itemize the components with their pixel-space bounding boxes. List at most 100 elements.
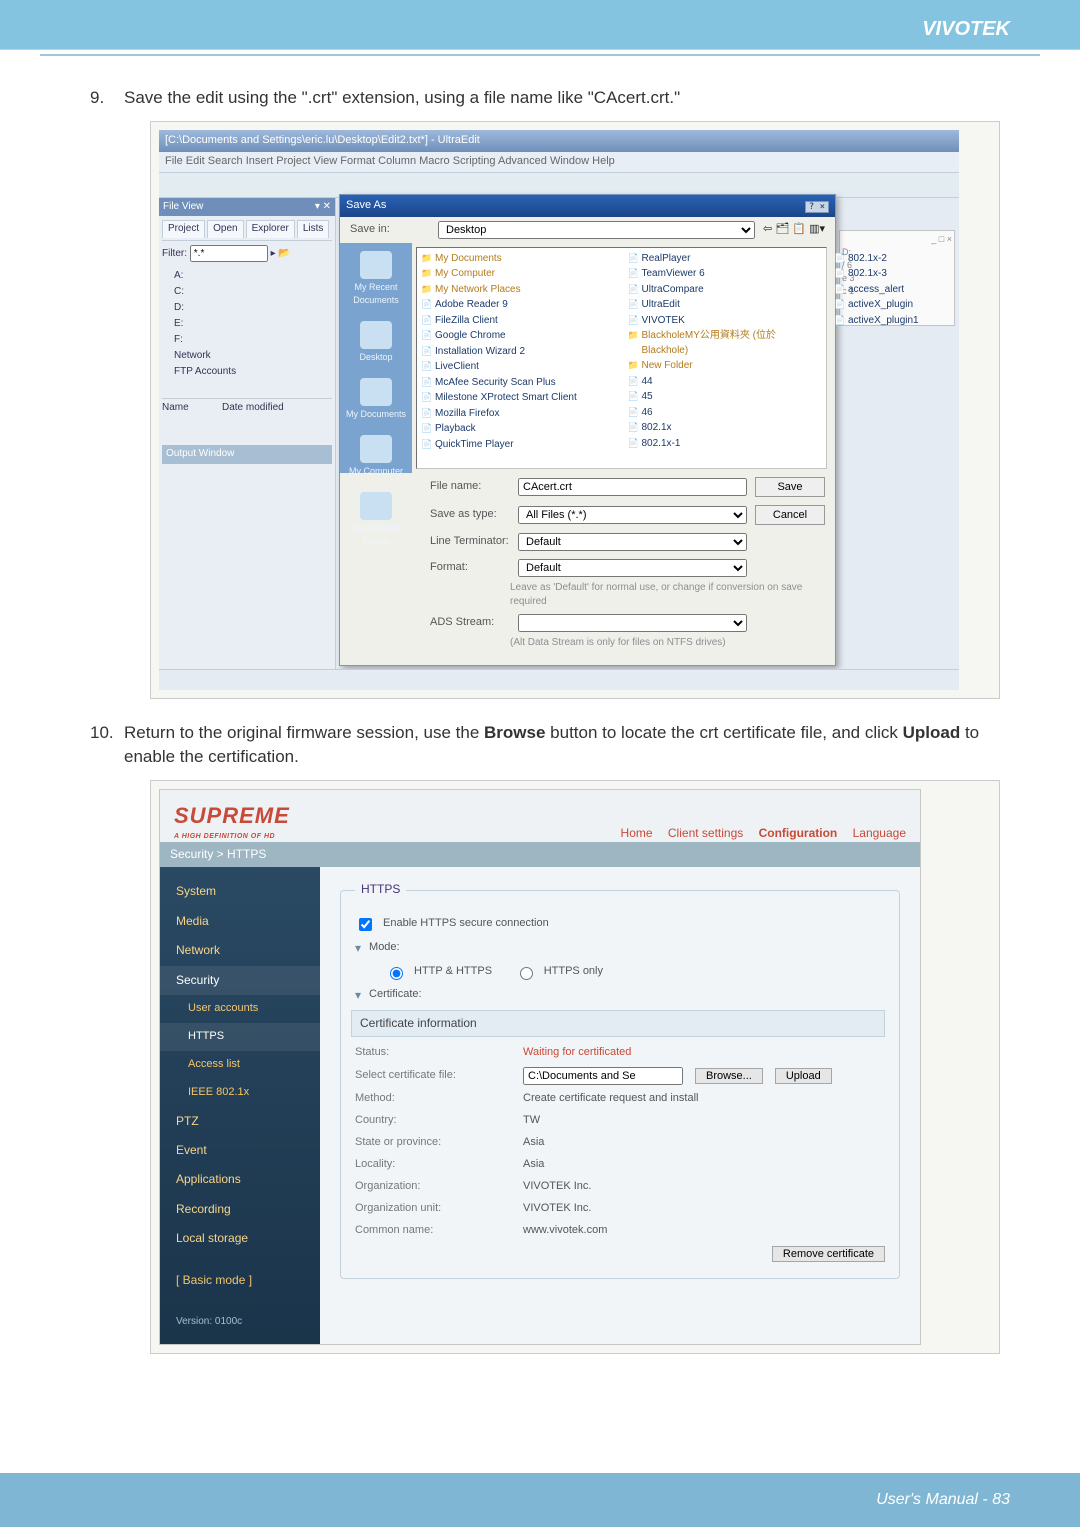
fl-0[interactable]: My Documents <box>421 252 616 268</box>
place-mynet[interactable]: My Network Places <box>352 523 400 546</box>
ue-doc-stub-buttons[interactable]: _ □ × <box>842 233 952 246</box>
savein-select[interactable]: Desktop <box>438 221 755 239</box>
ads-label: ADS Stream: <box>430 615 510 631</box>
fl-14[interactable]: TeamViewer 6 <box>628 267 823 283</box>
upload-button[interactable]: Upload <box>775 1068 832 1084</box>
fr-14[interactable]: activeX_plugin1 <box>834 314 1029 330</box>
ue-tab-explorer[interactable]: Explorer <box>246 220 295 238</box>
fr-13[interactable]: activeX_plugin <box>834 298 1029 314</box>
ue-drive-a[interactable]: A: <box>162 268 332 284</box>
ue-panel-pin-icon[interactable]: ▾ ✕ <box>315 200 331 215</box>
ue-drive-f[interactable]: F: <box>162 332 332 348</box>
fl-6[interactable]: Installation Wizard 2 <box>421 345 616 361</box>
fl-4[interactable]: FileZilla Client <box>421 314 616 330</box>
side-media[interactable]: Media <box>160 907 320 936</box>
mode-https-only-radio[interactable] <box>520 967 533 980</box>
ue-filter-go-icon[interactable]: ▸ 📂 <box>271 248 291 259</box>
ue-network[interactable]: Network <box>162 348 332 364</box>
mode-http-https-radio[interactable] <box>390 967 403 980</box>
ue-tab-open[interactable]: Open <box>207 220 243 238</box>
places-bar[interactable]: My Recent Documents Desktop My Documents… <box>340 243 412 473</box>
fr-8[interactable]: 802.1x <box>628 421 823 437</box>
nav-home[interactable]: Home <box>621 826 653 840</box>
nav-language[interactable]: Language <box>853 826 906 840</box>
fl-3[interactable]: Adobe Reader 9 <box>421 298 616 314</box>
fl-7[interactable]: LiveClient <box>421 360 616 376</box>
ue-panel-tabs[interactable]: ProjectOpenExplorerLists <box>162 218 332 241</box>
fr-0[interactable]: UltraCompare <box>628 283 823 299</box>
remove-certificate-button[interactable]: Remove certificate <box>772 1246 885 1262</box>
ue-drive-e[interactable]: E: <box>162 316 332 332</box>
nav-client-settings[interactable]: Client settings <box>668 826 743 840</box>
ads-select[interactable] <box>518 614 747 632</box>
side-https[interactable]: HTTPS <box>160 1023 320 1051</box>
enable-https-checkbox[interactable] <box>359 918 372 931</box>
fl-5[interactable]: Google Chrome <box>421 329 616 345</box>
fr-4[interactable]: New Folder <box>628 359 823 375</box>
savein-toolbar-icons[interactable]: ⇦ 🗂 📋 ▥▾ <box>763 222 825 238</box>
side-applications[interactable]: Applications <box>160 1165 320 1194</box>
fr-2[interactable]: VIVOTEK <box>628 314 823 330</box>
fr-12[interactable]: access_alert <box>834 283 1029 299</box>
fl-10[interactable]: Mozilla Firefox <box>421 407 616 423</box>
cancel-button[interactable]: Cancel <box>755 505 825 525</box>
fr-9[interactable]: 802.1x-1 <box>628 437 823 453</box>
ue-drive-c[interactable]: C: <box>162 284 332 300</box>
fl-11[interactable]: Playback <box>421 422 616 438</box>
mynet-icon[interactable] <box>360 492 392 520</box>
place-mycomp[interactable]: My Computer <box>349 466 403 476</box>
place-desktop[interactable]: Desktop <box>359 352 392 362</box>
header-rule <box>40 54 1040 56</box>
fr-6[interactable]: 45 <box>628 390 823 406</box>
side-local-storage[interactable]: Local storage <box>160 1224 320 1253</box>
fl-1[interactable]: My Computer <box>421 267 616 283</box>
side-access-list[interactable]: Access list <box>160 1051 320 1079</box>
filename-input[interactable] <box>518 478 747 496</box>
ue-filter-input[interactable] <box>190 245 268 262</box>
side-ptz[interactable]: PTZ <box>160 1107 320 1136</box>
fr-11[interactable]: 802.1x-3 <box>834 267 1029 283</box>
fr-10[interactable]: 802.1x-2 <box>834 252 1029 268</box>
save-button[interactable]: Save <box>755 477 825 497</box>
fl-13[interactable]: RealPlayer <box>628 252 823 268</box>
side-basic-mode[interactable]: [ Basic mode ] <box>160 1266 320 1295</box>
fr-1[interactable]: UltraEdit <box>628 298 823 314</box>
row-country-label: Country: <box>355 1113 515 1129</box>
side-ieee8021x[interactable]: IEEE 802.1x <box>160 1079 320 1107</box>
fl-12[interactable]: QuickTime Player <box>421 438 616 454</box>
side-event[interactable]: Event <box>160 1136 320 1165</box>
fr-7[interactable]: 46 <box>628 406 823 422</box>
place-mydocs[interactable]: My Documents <box>346 409 406 419</box>
fl-2[interactable]: My Network Places <box>421 283 616 299</box>
ue-tab-lists[interactable]: Lists <box>297 220 330 238</box>
side-system[interactable]: System <box>160 877 320 906</box>
ue-ftp[interactable]: FTP Accounts <box>162 364 332 380</box>
mycomp-icon[interactable] <box>360 435 392 463</box>
fl-9[interactable]: Milestone XProtect Smart Client <box>421 391 616 407</box>
side-recording[interactable]: Recording <box>160 1195 320 1224</box>
mydocs-icon[interactable] <box>360 378 392 406</box>
save-as-close-icon[interactable]: ? × <box>803 198 829 214</box>
lineterm-select[interactable]: Default <box>518 533 747 551</box>
side-network[interactable]: Network <box>160 936 320 965</box>
nav-configuration[interactable]: Configuration <box>759 826 838 840</box>
desktop-icon[interactable] <box>360 321 392 349</box>
ue-menubar[interactable]: File Edit Search Insert Project View For… <box>159 152 959 172</box>
save-as-file-list[interactable]: My Documents My Computer My Network Plac… <box>416 247 827 469</box>
recent-icon[interactable] <box>360 251 392 279</box>
fr-5[interactable]: 44 <box>628 375 823 391</box>
ue-drive-tree[interactable]: A: C: D: E: F: Network FTP Accounts <box>162 268 332 380</box>
side-user-accounts[interactable]: User accounts <box>160 995 320 1023</box>
ue-drive-d[interactable]: D: <box>162 300 332 316</box>
savetype-select[interactable]: All Files (*.*) <box>518 506 747 524</box>
fr-3[interactable]: BlackholeMY公用資料夾 (位於 Blackhole) <box>628 329 823 359</box>
fl-8[interactable]: McAfee Security Scan Plus <box>421 376 616 392</box>
row-selectfile-label: Select certificate file: <box>355 1068 515 1084</box>
format-select[interactable]: Default <box>518 559 747 577</box>
side-security[interactable]: Security <box>160 966 320 995</box>
place-recent[interactable]: My Recent Documents <box>353 282 399 305</box>
row-org-label: Organization: <box>355 1179 515 1195</box>
ue-tab-project[interactable]: Project <box>162 220 205 238</box>
browse-button[interactable]: Browse... <box>695 1068 763 1084</box>
certificate-path-input[interactable] <box>523 1067 683 1085</box>
